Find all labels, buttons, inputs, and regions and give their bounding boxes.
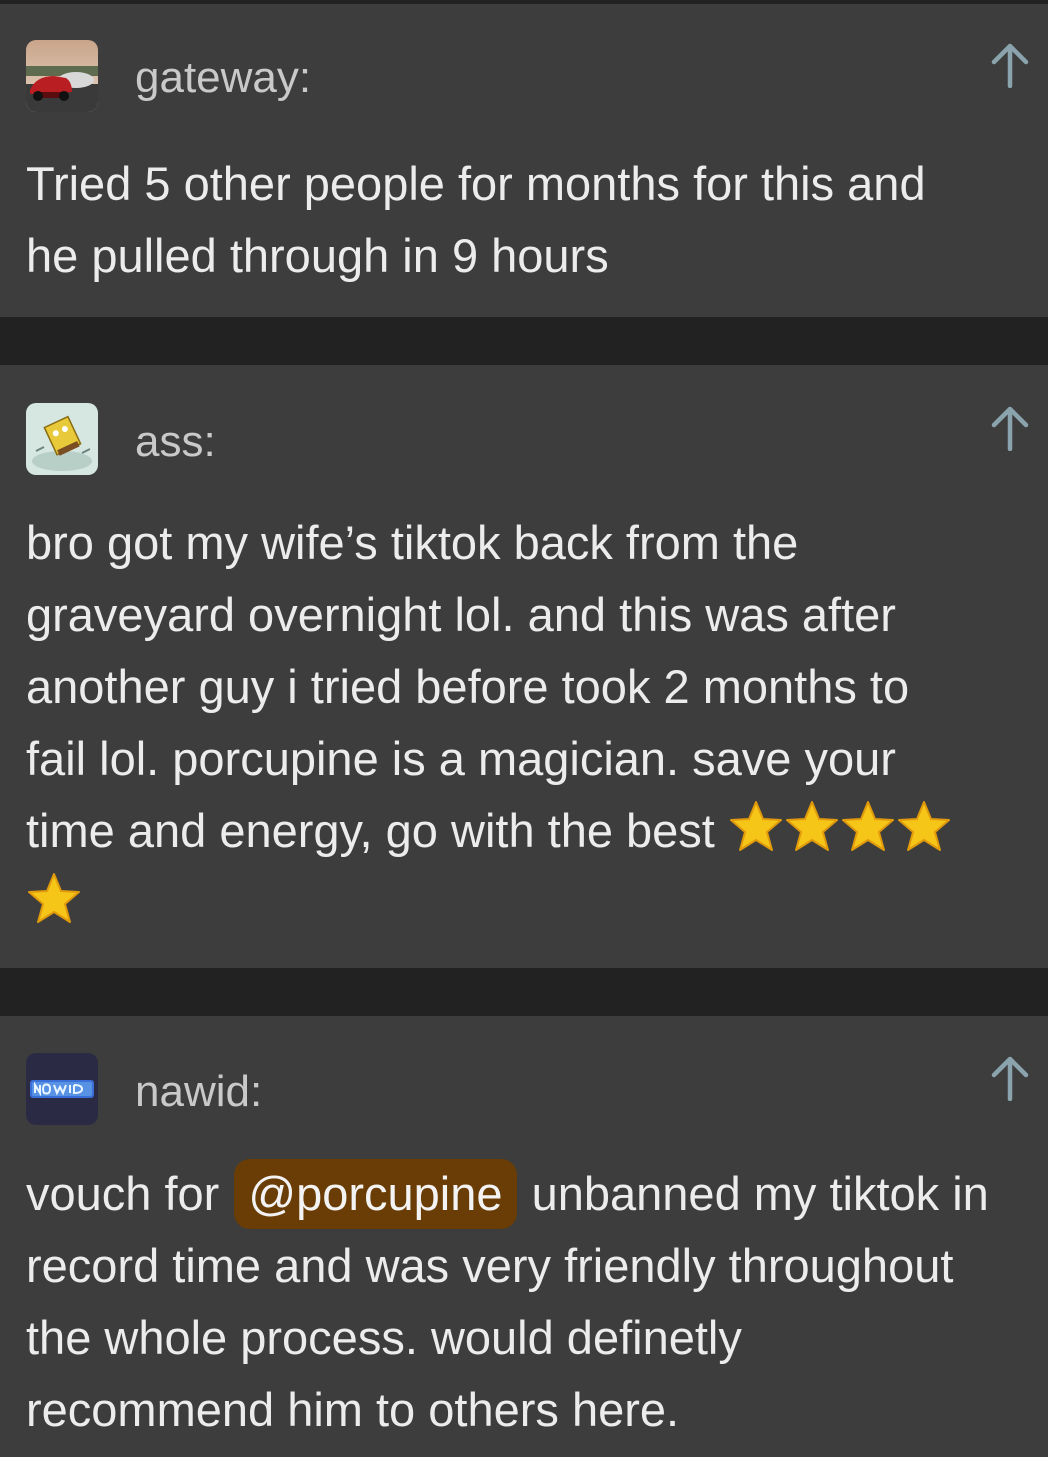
star-emoji-icon [841,801,894,851]
star-emoji-icon [897,801,950,851]
post-body-line: graveyard overnight lol. and this was af… [26,588,896,641]
upvote-arrow-icon[interactable] [990,1055,1030,1102]
post-body: bro got my wife’s tiktok back from the g… [26,507,1048,939]
username[interactable]: gateway: [135,56,311,100]
post-card: ass: bro got my wife’s tiktok back from … [0,365,1048,968]
post-body-line: recommend him to others here. [26,1383,680,1436]
post-body-line: fail lol. porcupine is a magician. save … [26,732,896,785]
post-body-line-text: unbanned my tiktok in [531,1167,989,1220]
upvote-arrow-icon[interactable] [990,42,1030,89]
star-emoji-icon [785,801,838,851]
post-body-line-with-mention: vouch for @porcupine unbanned my tiktok … [26,1158,1048,1230]
post-body-line: Tried 5 other people for months for this… [26,157,926,210]
post-body-line: the whole process. would definetly [26,1311,742,1364]
nawid-logo-avatar-icon[interactable] [26,1053,98,1125]
car-photo-avatar-icon[interactable] [26,40,98,112]
post-body: Tried 5 other people for months for this… [26,148,1048,292]
spongebob-avatar-icon[interactable] [26,403,98,475]
post-card: gateway: Tried 5 other people for months… [0,4,1048,317]
post-body-line: bro got my wife’s tiktok back from the [26,516,799,569]
star-emoji-icon [729,801,782,851]
post-body: vouch for @porcupine unbanned my tiktok … [26,1158,1048,1446]
post-body-line-text: time and energy, go with the best [26,804,728,857]
post-body-line: he pulled through in 9 hours [26,229,609,282]
post-body-line-text: vouch for [26,1167,220,1220]
post-body-line-with-stars [26,867,1048,939]
user-mention-link[interactable]: @porcupine [234,1159,517,1229]
post-body-line-with-stars: time and energy, go with the best [26,795,1048,867]
username[interactable]: ass: [135,420,216,464]
star-emoji-icon [28,873,80,923]
post-body-line: record time and was very friendly throug… [26,1239,954,1292]
upvote-arrow-icon[interactable] [990,405,1030,452]
username[interactable]: nawid: [135,1070,262,1114]
post-body-line: another guy i tried before took 2 months… [26,660,910,713]
post-card: nawid: vouch for @porcupine unbanned my … [0,1016,1048,1457]
